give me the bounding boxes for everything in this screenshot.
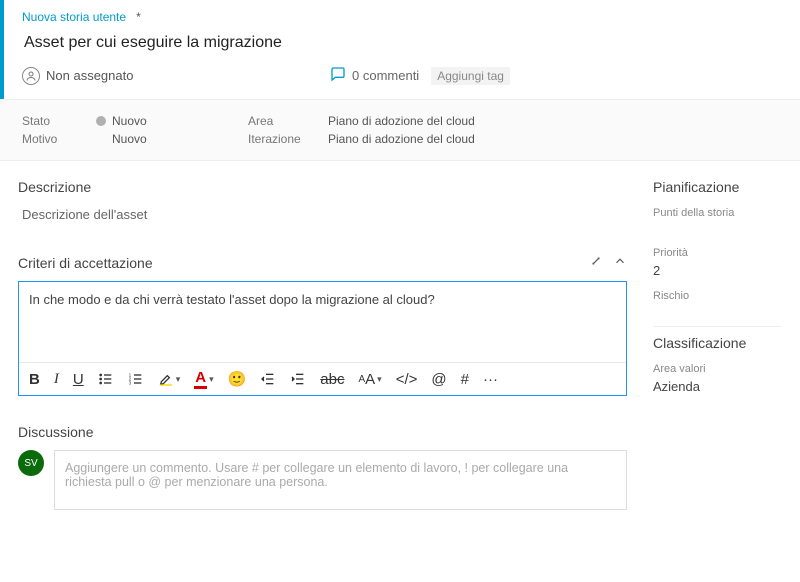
- state-label: Stato: [22, 114, 76, 128]
- svg-text:3: 3: [128, 380, 131, 385]
- code-button[interactable]: </>: [396, 371, 418, 388]
- state-field[interactable]: Nuovo: [96, 114, 228, 128]
- acceptance-criteria-text[interactable]: In che modo e da chi verrà testato l'ass…: [19, 282, 626, 362]
- acceptance-criteria-heading: Criteri di accettazione: [18, 255, 153, 271]
- highlight-color-button[interactable]: ▾: [158, 371, 181, 387]
- comments-count: 0 commenti: [352, 68, 419, 83]
- priority-label: Priorità: [653, 247, 782, 259]
- area-label: Area: [248, 114, 308, 128]
- sidebar-separator: [653, 326, 782, 327]
- description-heading: Descrizione: [18, 179, 627, 195]
- iteration-label: Iterazione: [248, 132, 308, 146]
- risk-label: Rischio: [653, 290, 782, 302]
- strikethrough-button[interactable]: abc: [320, 371, 344, 388]
- person-icon: [22, 67, 40, 85]
- more-button[interactable]: ···: [483, 371, 498, 388]
- reason-label: Motivo: [22, 132, 76, 146]
- discussion-heading: Discussione: [18, 424, 627, 440]
- iteration-field[interactable]: Piano di adozione del cloud: [328, 132, 475, 146]
- planning-heading: Pianificazione: [653, 179, 782, 195]
- numbered-list-button[interactable]: 123: [128, 371, 144, 387]
- font-color-button[interactable]: A▾: [194, 369, 213, 389]
- value-area-field[interactable]: Azienda: [653, 379, 782, 394]
- description-field[interactable]: Descrizione dell'asset: [18, 205, 627, 248]
- acceptance-criteria-editor[interactable]: In che modo e da chi verrà testato l'ass…: [18, 281, 627, 396]
- comment-icon: [330, 66, 346, 85]
- reason-field[interactable]: Nuovo: [96, 132, 228, 146]
- underline-button[interactable]: U: [73, 371, 84, 388]
- area-field[interactable]: Piano di adozione del cloud: [328, 114, 475, 128]
- hash-link-button[interactable]: #: [461, 371, 469, 388]
- assignee-field[interactable]: Non assegnato: [22, 67, 322, 85]
- work-item-title[interactable]: Asset per cui eseguire la migrazione: [22, 28, 782, 62]
- work-item-type[interactable]: Nuova storia utente: [22, 10, 126, 24]
- indent-button[interactable]: [290, 371, 306, 387]
- value-area-label: Area valori: [653, 363, 782, 375]
- mention-button[interactable]: @: [431, 371, 446, 388]
- emoji-button[interactable]: 🙂: [228, 370, 247, 388]
- collapse-chevron-icon[interactable]: [613, 254, 627, 271]
- font-size-button[interactable]: AA▾: [358, 371, 381, 388]
- bulleted-list-button[interactable]: [98, 371, 114, 387]
- unsaved-indicator: *: [136, 10, 141, 24]
- add-tags-button[interactable]: Aggiungi tag: [431, 67, 510, 85]
- editor-toolbar: B I U 123 ▾ A▾ 🙂 abc AA▾ </> @ # ···: [19, 362, 626, 395]
- bold-button[interactable]: B: [29, 371, 40, 388]
- discussion-placeholder: Aggiungere un commento. Usare # per coll…: [65, 461, 568, 489]
- state-dot-icon: [96, 116, 106, 126]
- expand-icon[interactable]: [589, 254, 603, 271]
- discussion-input[interactable]: Aggiungere un commento. Usare # per coll…: [54, 450, 627, 510]
- story-points-label: Punti della storia: [653, 207, 782, 219]
- classification-heading: Classificazione: [653, 335, 782, 351]
- priority-field[interactable]: 2: [653, 263, 782, 278]
- user-avatar: SV: [18, 450, 44, 476]
- outdent-button[interactable]: [260, 371, 276, 387]
- comments-link[interactable]: 0 commenti Aggiungi tag: [330, 66, 510, 85]
- italic-button[interactable]: I: [54, 371, 59, 388]
- assignee-label: Non assegnato: [46, 68, 133, 83]
